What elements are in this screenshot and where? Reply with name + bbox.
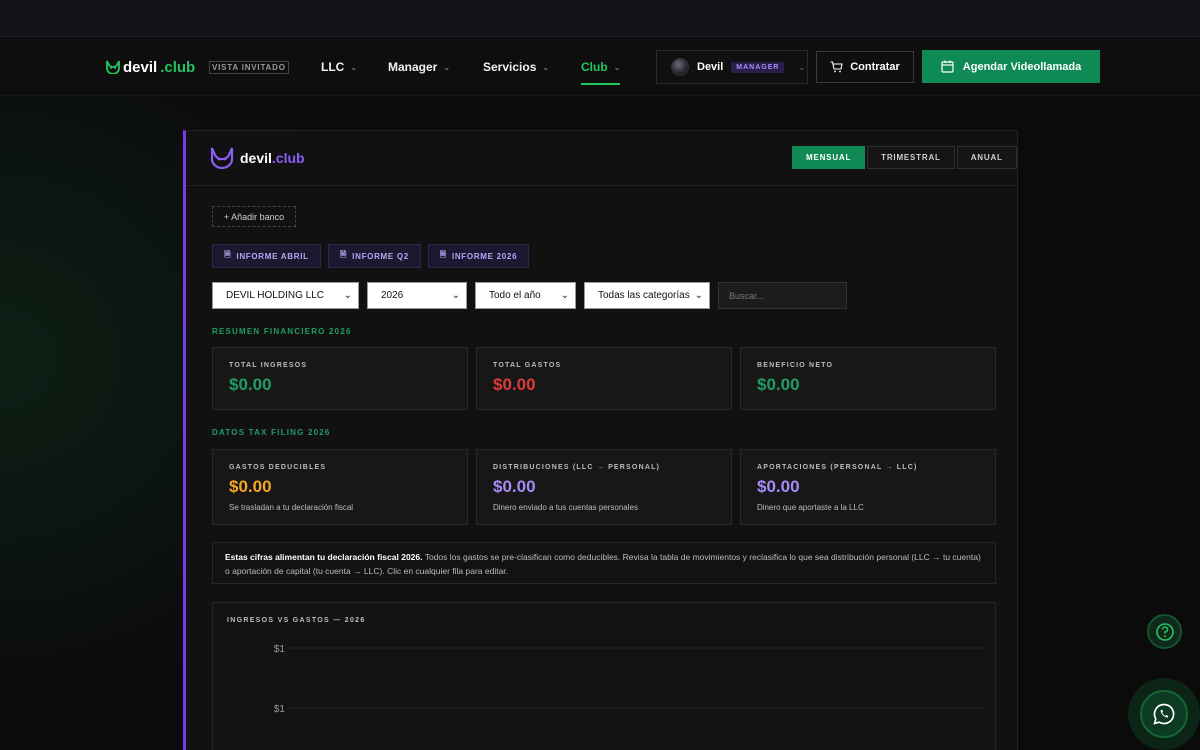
period-yearly-button[interactable]: ANUAL bbox=[956, 146, 1017, 169]
report-label: INFORME ABRIL bbox=[236, 251, 309, 261]
calendar-icon bbox=[941, 60, 954, 73]
chevron-down-icon: ⌄ bbox=[350, 62, 358, 72]
avatar bbox=[671, 58, 689, 76]
panel-header: devil .club MENSUAL TRIMESTRAL ANUAL bbox=[186, 131, 1018, 186]
y-tick-label: $1 bbox=[274, 704, 286, 715]
brand-suffix: .club bbox=[160, 58, 196, 76]
card-label: TOTAL INGRESOS bbox=[229, 362, 308, 369]
tax-notice: Estas cifras alimentan tu declaración fi… bbox=[212, 542, 996, 584]
nav-item-club[interactable]: Club ⌄ bbox=[581, 57, 621, 85]
document-icon: 🗎 bbox=[439, 250, 447, 259]
report-q2-button[interactable]: 🗎 INFORME Q2 bbox=[328, 244, 421, 268]
document-icon: 🗎 bbox=[224, 250, 232, 259]
chevron-down-icon: ⌄ bbox=[542, 62, 550, 72]
period-monthly-button[interactable]: MENSUAL bbox=[792, 146, 866, 169]
nav-item-label: Club bbox=[581, 60, 608, 74]
club-finance-panel: devil .club MENSUAL TRIMESTRAL ANUAL + Añ… bbox=[183, 130, 1018, 750]
add-bank-button[interactable]: + Añadir banco bbox=[212, 206, 296, 227]
chevron-down-icon: ⌄ bbox=[560, 290, 569, 301]
tax-notice-bold: Estas cifras alimentan tu declaración fi… bbox=[225, 552, 423, 562]
net-profit-card: BENEFICIO NETO $0.00 bbox=[740, 347, 996, 410]
devil-logo-icon bbox=[106, 60, 120, 74]
tax-section-title: DATOS TAX FILING 2026 bbox=[212, 428, 331, 437]
card-subtitle: Se trasladan a tu declaración fiscal bbox=[229, 503, 354, 512]
question-circle-icon bbox=[1155, 622, 1174, 641]
card-value: $0.00 bbox=[229, 477, 272, 496]
card-value: $0.00 bbox=[757, 477, 800, 496]
chevron-down-icon: ⌄ bbox=[343, 290, 352, 301]
period-select[interactable]: Todo el año ⌄ bbox=[475, 282, 576, 309]
period-toggle: MENSUAL TRIMESTRAL ANUAL bbox=[792, 146, 1017, 169]
card-value: $0.00 bbox=[229, 375, 272, 394]
period-quarterly-button[interactable]: TRIMESTRAL bbox=[867, 146, 955, 169]
whatsapp-button[interactable] bbox=[1140, 690, 1188, 738]
distributions-card: DISTRIBUCIONES (LLC → PERSONAL) $0.00 Di… bbox=[476, 449, 732, 525]
role-badge: MANAGER bbox=[731, 61, 785, 73]
year-select[interactable]: 2026 ⌄ bbox=[367, 282, 467, 309]
panel-brand-logo: devil .club bbox=[210, 147, 305, 169]
nav-item-label: Servicios bbox=[483, 60, 537, 74]
card-value: $0.00 bbox=[493, 375, 536, 394]
brand-prefix: devil bbox=[123, 58, 158, 76]
card-label: DISTRIBUCIONES (LLC → PERSONAL) bbox=[493, 464, 661, 471]
income-vs-expenses-chart: INGRESOS VS GASTOS — 2026 $1 $1 bbox=[212, 602, 996, 750]
chart-plot: $1 $1 bbox=[274, 644, 983, 715]
report-2026-button[interactable]: 🗎 INFORME 2026 bbox=[428, 244, 529, 268]
document-icon: 🗎 bbox=[340, 250, 348, 259]
nav-item-servicios[interactable]: Servicios ⌄ bbox=[483, 57, 549, 77]
hire-button[interactable]: Contratar bbox=[816, 51, 914, 83]
nav-item-llc[interactable]: LLC ⌄ bbox=[321, 57, 357, 77]
category-select-value: Todas las categorías bbox=[598, 290, 690, 301]
cart-icon bbox=[830, 61, 843, 73]
card-label: BENEFICIO NETO bbox=[757, 362, 834, 369]
y-tick-label: $1 bbox=[274, 644, 286, 655]
nav-item-label: LLC bbox=[321, 60, 345, 74]
hire-button-label: Contratar bbox=[850, 61, 900, 73]
card-value: $0.00 bbox=[493, 477, 536, 496]
chevron-down-icon: ⌄ bbox=[443, 62, 451, 72]
summary-section-title: RESUMEN FINANCIERO 2026 bbox=[212, 327, 352, 336]
nav-item-label: Manager bbox=[388, 60, 438, 74]
user-name: Devil bbox=[697, 61, 724, 73]
company-select-value: DEVIL HOLDING LLC bbox=[226, 290, 324, 301]
whatsapp-icon bbox=[1153, 703, 1175, 725]
card-subtitle: Dinero enviado a tus cuentas personales bbox=[493, 503, 638, 512]
schedule-call-button[interactable]: Agendar Videollamada bbox=[922, 50, 1100, 83]
total-income-card: TOTAL INGRESOS $0.00 bbox=[212, 347, 468, 410]
total-expenses-card: TOTAL GASTOS $0.00 bbox=[476, 347, 732, 410]
chevron-down-icon: ⌄ bbox=[694, 290, 703, 301]
card-label: GASTOS DEDUCIBLES bbox=[229, 464, 327, 471]
chevron-down-icon: ⌄ bbox=[451, 290, 460, 301]
guest-view-tag: VISTA INVITADO bbox=[209, 61, 289, 74]
schedule-call-label: Agendar Videollamada bbox=[962, 60, 1082, 73]
report-label: INFORME 2026 bbox=[451, 251, 518, 261]
card-label: TOTAL GASTOS bbox=[493, 362, 562, 369]
chevron-down-icon: ⌄ bbox=[613, 62, 621, 72]
card-value: $0.00 bbox=[757, 375, 800, 394]
brand-logo[interactable]: devil .club bbox=[106, 58, 195, 76]
contributions-card: APORTACIONES (PERSONAL → LLC) $0.00 Dine… bbox=[740, 449, 996, 525]
period-select-value: Todo el año bbox=[489, 290, 541, 301]
year-select-value: 2026 bbox=[381, 290, 404, 301]
user-menu[interactable]: Devil MANAGER ⌄ bbox=[656, 50, 808, 84]
company-select[interactable]: DEVIL HOLDING LLC ⌄ bbox=[212, 282, 359, 309]
panel-brand-suffix: .club bbox=[271, 150, 305, 166]
help-button[interactable] bbox=[1147, 614, 1182, 649]
devil-logo-icon bbox=[210, 147, 234, 169]
search-input[interactable] bbox=[718, 282, 847, 309]
top-strip bbox=[0, 0, 1200, 36]
panel-brand-prefix: devil bbox=[240, 150, 272, 166]
report-april-button[interactable]: 🗎 INFORME ABRIL bbox=[212, 244, 321, 268]
category-select[interactable]: Todas las categorías ⌄ bbox=[584, 282, 710, 309]
deductible-expenses-card: GASTOS DEDUCIBLES $0.00 Se trasladan a t… bbox=[212, 449, 468, 525]
nav-item-manager[interactable]: Manager ⌄ bbox=[388, 57, 450, 77]
chevron-down-icon: ⌄ bbox=[798, 62, 806, 72]
report-label: INFORME Q2 bbox=[352, 251, 409, 261]
card-subtitle: Dinero que aportaste a la LLC bbox=[757, 503, 864, 512]
card-label: APORTACIONES (PERSONAL → LLC) bbox=[757, 464, 918, 471]
top-navbar: devil .club VISTA INVITADO LLC ⌄ Manager … bbox=[0, 36, 1200, 96]
